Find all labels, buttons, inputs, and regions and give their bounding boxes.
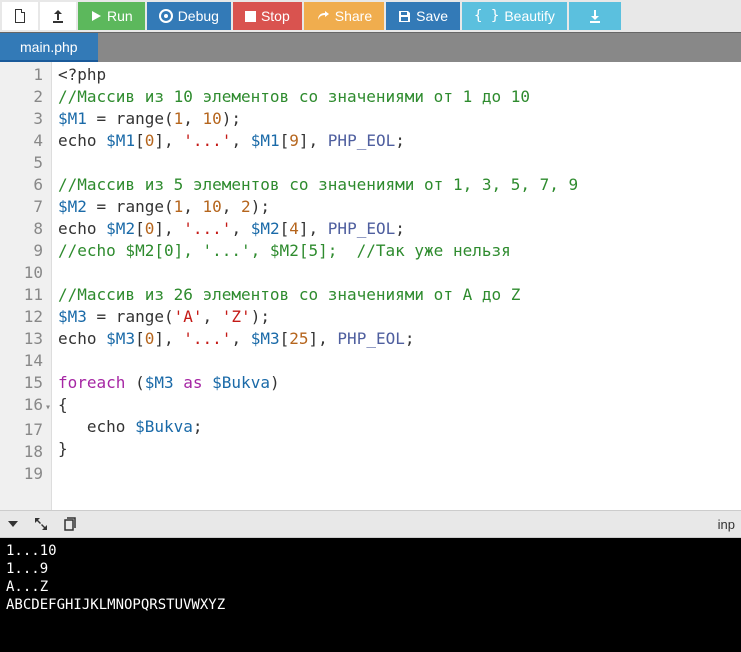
code-line[interactable]: //Массив из 26 элементов со значениями о… (58, 284, 578, 306)
code-editor[interactable]: 12345678910111213141516▾171819 <?php//Ма… (0, 62, 741, 510)
download-button[interactable] (569, 2, 621, 30)
run-button[interactable]: Run (78, 2, 145, 30)
stop-button[interactable]: Stop (233, 2, 302, 30)
code-line[interactable]: { (58, 394, 578, 416)
code-line[interactable]: echo $M3[0], '...', $M3[25], PHP_EOL; (58, 328, 578, 350)
share-icon (316, 9, 330, 23)
play-icon (90, 10, 102, 22)
code-line[interactable]: echo $M1[0], '...', $M1[9], PHP_EOL; (58, 130, 578, 152)
copy-icon[interactable] (62, 517, 76, 531)
stop-label: Stop (261, 8, 290, 24)
share-label: Share (335, 8, 372, 24)
debug-button[interactable]: Debug (147, 2, 231, 30)
upload-icon (50, 8, 66, 24)
debug-icon (159, 9, 173, 23)
expand-icon[interactable] (34, 517, 48, 531)
download-icon (587, 8, 603, 24)
tab-main-php[interactable]: main.php (0, 33, 98, 62)
beautify-label: Beautify (504, 8, 555, 24)
code-line[interactable] (58, 460, 578, 482)
run-label: Run (107, 8, 133, 24)
stop-icon (245, 11, 256, 22)
upload-button[interactable] (40, 2, 76, 30)
file-icon (12, 8, 28, 24)
tab-bar: main.php (0, 32, 741, 62)
code-line[interactable] (58, 350, 578, 372)
new-file-button[interactable] (2, 2, 38, 30)
code-line[interactable] (58, 152, 578, 174)
code-line[interactable]: echo $M2[0], '...', $M2[4], PHP_EOL; (58, 218, 578, 240)
share-button[interactable]: Share (304, 2, 384, 30)
code-line[interactable] (58, 262, 578, 284)
code-line[interactable]: foreach ($M3 as $Bukva) (58, 372, 578, 394)
console-output[interactable]: 1...10 1...9 A...Z ABCDEFGHIJKLMNOPQRSTU… (0, 538, 741, 652)
save-button[interactable]: Save (386, 2, 460, 30)
line-gutter: 12345678910111213141516▾171819 (0, 62, 52, 510)
input-label: inp (718, 517, 735, 532)
code-line[interactable]: //echo $M2[0], '...', $M2[5]; //Так уже … (58, 240, 578, 262)
save-label: Save (416, 8, 448, 24)
tab-label: main.php (20, 39, 78, 55)
beautify-button[interactable]: { } Beautify (462, 2, 567, 30)
code-line[interactable]: <?php (58, 64, 578, 86)
code-line[interactable]: } (58, 438, 578, 460)
code-line[interactable]: $M3 = range('A', 'Z'); (58, 306, 578, 328)
code-line[interactable]: //Массив из 5 элементов со значениями от… (58, 174, 578, 196)
code-line[interactable]: $M1 = range(1, 10); (58, 108, 578, 130)
code-content[interactable]: <?php//Массив из 10 элементов со значени… (52, 62, 584, 510)
code-line[interactable]: echo $Bukva; (58, 416, 578, 438)
braces-icon: { } (474, 8, 499, 24)
code-line[interactable]: $M2 = range(1, 10, 2); (58, 196, 578, 218)
debug-label: Debug (178, 8, 219, 24)
code-line[interactable]: //Массив из 10 элементов со значениями о… (58, 86, 578, 108)
toolbar: Run Debug Stop Share Save { } Beautify (0, 0, 741, 32)
chevron-down-icon[interactable] (6, 517, 20, 531)
save-icon (398, 10, 411, 23)
console-toolbar: inp (0, 510, 741, 538)
